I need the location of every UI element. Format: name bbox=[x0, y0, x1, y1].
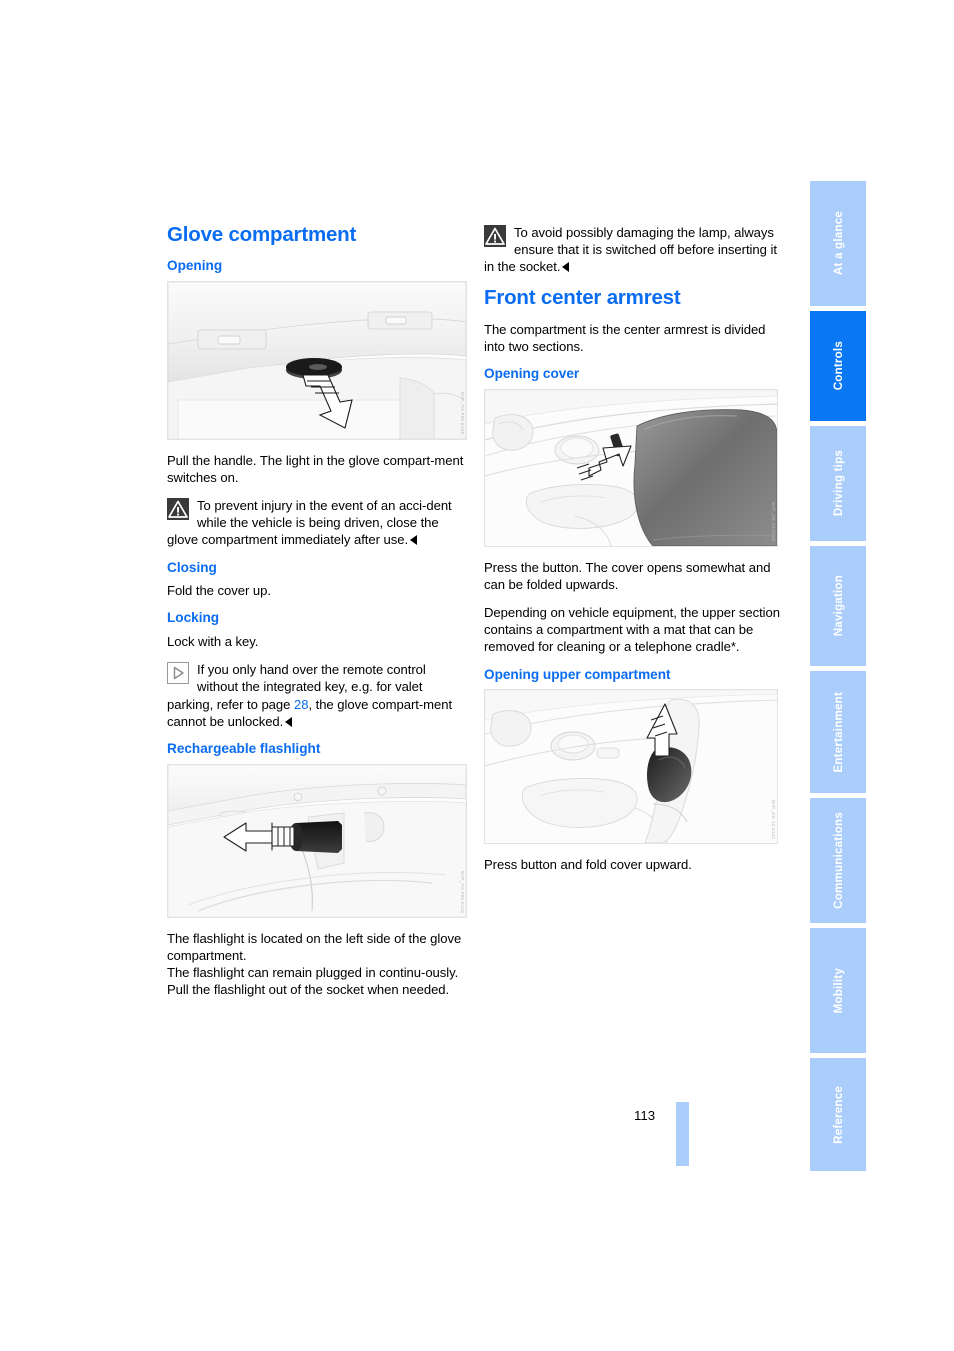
tab-mobility[interactable]: Mobility bbox=[810, 928, 866, 1053]
section-heading-rechargeable-flashlight: Rechargeable flashlight bbox=[167, 741, 321, 757]
page-number-bar bbox=[676, 1102, 689, 1166]
section-heading-opening-cover: Opening cover bbox=[484, 365, 580, 381]
manual-page: Glove compartment Opening WIP_TH.F00.010… bbox=[0, 0, 954, 1351]
tab-reference[interactable]: Reference bbox=[810, 1058, 866, 1171]
tab-label: At a glance bbox=[831, 211, 845, 276]
page-reference-link[interactable]: 28 bbox=[294, 697, 309, 712]
page-title-front-center-armrest: Front center armrest bbox=[484, 285, 681, 309]
tab-label: Entertainment bbox=[831, 691, 845, 773]
opening-cover-body-2: Depending on vehicle equipment, the uppe… bbox=[484, 605, 781, 655]
note-end-marker bbox=[562, 262, 570, 273]
right-text-column: To avoid possibly damaging the lamp, alw… bbox=[484, 224, 784, 884]
tab-entertainment[interactable]: Entertainment bbox=[810, 671, 866, 793]
locking-body-text: Lock with a key. bbox=[167, 634, 259, 650]
tab-driving-tips[interactable]: Driving tips bbox=[810, 426, 866, 541]
warning-note-lamp: To avoid possibly damaging the lamp, alw… bbox=[484, 224, 784, 276]
chapter-tab-rail: At a glance Controls Driving tips Naviga… bbox=[810, 181, 866, 1171]
figure-opening-cover: WIP_DE.12.0140 bbox=[484, 388, 778, 547]
note-end-marker bbox=[285, 716, 293, 727]
tab-communications[interactable]: Communications bbox=[810, 798, 866, 923]
warning-icon bbox=[167, 497, 189, 520]
tab-at-a-glance[interactable]: At a glance bbox=[810, 181, 866, 306]
tab-label: Navigation bbox=[831, 575, 845, 637]
info-icon bbox=[167, 662, 189, 685]
note-end-marker bbox=[410, 535, 418, 546]
flashlight-body-text-1: The flashlight is located on the left si… bbox=[167, 930, 462, 963]
figure-id-code: WIP_DE.12.0141 bbox=[771, 799, 776, 840]
tab-label: Mobility bbox=[831, 967, 845, 1014]
page-title-glove-compartment: Glove compartment bbox=[167, 223, 357, 246]
opening-upper-compartment-body: Press button and fold cover upward. bbox=[484, 857, 692, 873]
figure-rechargeable-flashlight: WIP_TH.F00.0110 bbox=[167, 763, 467, 918]
warning-note-text: To avoid possibly damaging the lamp, alw… bbox=[484, 225, 777, 275]
tab-label: Communications bbox=[831, 812, 845, 909]
page-number: 113 bbox=[634, 1108, 656, 1123]
figure-glove-compartment-opening: WIP_TH.F00.0109 bbox=[167, 280, 467, 440]
armrest-intro-text: The compartment is the center armrest is… bbox=[484, 321, 766, 354]
section-heading-opening: Opening bbox=[167, 257, 223, 273]
tab-label: Driving tips bbox=[831, 450, 845, 517]
section-heading-locking: Locking bbox=[167, 610, 220, 626]
tab-label: Reference bbox=[831, 1085, 845, 1144]
figure-id-code: WIP_TH.F00.0109 bbox=[460, 392, 465, 435]
info-note-locking: If you only hand over the remote control… bbox=[167, 661, 467, 730]
opening-body-text: Pull the handle. The light in the glove … bbox=[167, 452, 464, 485]
figure-opening-upper-compartment: WIP_DE.12.0141 bbox=[484, 689, 778, 845]
tab-controls[interactable]: Controls bbox=[810, 311, 866, 421]
tab-label: Controls bbox=[831, 341, 845, 391]
left-text-column: Glove compartment Opening WIP_TH.F00.010… bbox=[167, 223, 467, 1010]
warning-note-text: To prevent injury in the event of an acc… bbox=[167, 497, 452, 548]
opening-cover-body-1: Press the button. The cover opens somewh… bbox=[484, 559, 771, 592]
figure-id-code: WIP_DE.12.0140 bbox=[771, 502, 776, 542]
closing-body-text: Fold the cover up. bbox=[167, 583, 271, 599]
warning-note-glove-compartment: To prevent injury in the event of an acc… bbox=[167, 497, 467, 549]
tab-navigation[interactable]: Navigation bbox=[810, 546, 866, 666]
warning-icon bbox=[484, 225, 506, 247]
figure-id-code: WIP_TH.F00.0110 bbox=[460, 870, 465, 913]
section-heading-closing: Closing bbox=[167, 559, 217, 575]
section-heading-opening-upper-compartment: Opening upper compartment bbox=[484, 666, 671, 682]
flashlight-body-text-2: The flashlight can remain plugged in con… bbox=[167, 965, 459, 998]
